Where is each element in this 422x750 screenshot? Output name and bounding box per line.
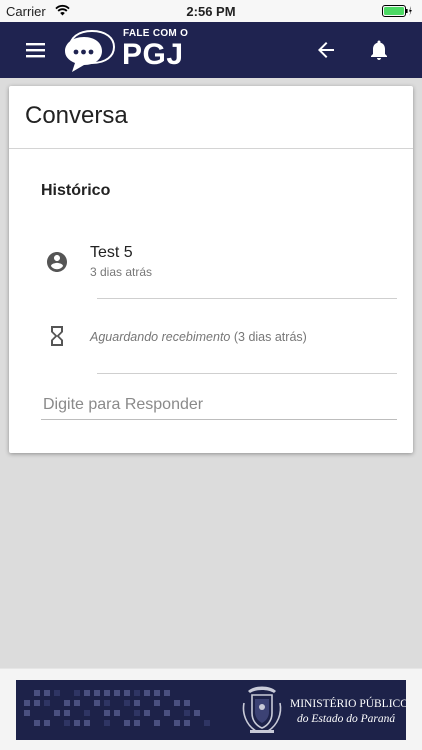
pixel-pattern-decoration [24, 690, 210, 726]
logo-main-text: PGJ [122, 38, 184, 71]
org-name-line1: MINISTÉRIO PÚBLICO [290, 698, 406, 710]
pending-divider [97, 373, 397, 374]
app-header: FALE COM O PGJ [0, 22, 422, 78]
conversation-card: Conversa Histórico Test 5 3 dias atrás A… [9, 86, 413, 453]
chat-bubble-logo-icon [65, 29, 116, 72]
history-heading: Histórico [41, 182, 111, 199]
status-bar: Carrier 2:56 PM [0, 0, 422, 22]
org-name-line2: do Estado do Paraná [297, 713, 396, 725]
hourglass-icon [51, 326, 63, 346]
arrow-back-icon[interactable] [314, 38, 338, 62]
pending-status-label: Aguardando recebimento [90, 330, 231, 344]
card-title: Conversa [25, 102, 128, 129]
footer-banner: MINISTÉRIO PÚBLICO do Estado do Paraná [16, 680, 406, 740]
card-divider [9, 148, 413, 149]
pending-status: Aguardando recebimento (3 dias atrás) [90, 330, 307, 344]
bell-icon[interactable] [367, 38, 391, 62]
message-title: Test 5 [90, 244, 133, 261]
coat-of-arms-icon [242, 686, 282, 733]
message-time: 3 dias atrás [90, 265, 153, 279]
pending-status-time: (3 dias atrás) [233, 330, 307, 344]
app-logo: FALE COM O PGJ [62, 25, 188, 77]
message-divider [97, 298, 397, 299]
battery-charging-icon [382, 5, 412, 17]
hamburger-menu-icon[interactable] [24, 39, 50, 61]
status-time: 2:56 PM [186, 4, 236, 19]
footer: MINISTÉRIO PÚBLICO do Estado do Paraná [0, 668, 422, 750]
reply-input[interactable] [41, 390, 397, 420]
account-circle-icon [47, 252, 67, 272]
